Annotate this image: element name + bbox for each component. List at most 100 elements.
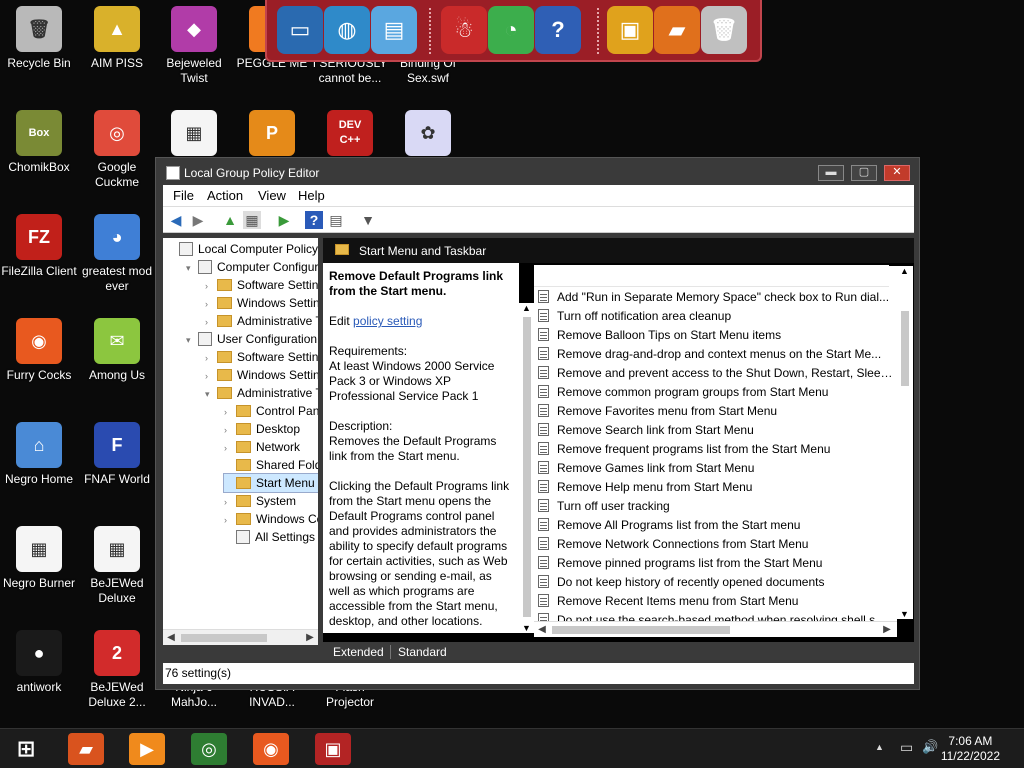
expand-arrow-icon[interactable]: › xyxy=(205,313,217,331)
maximize-button[interactable]: ▢ xyxy=(851,165,877,181)
menu-action[interactable]: Action xyxy=(207,188,243,203)
setting-row[interactable]: Remove and prevent access to the Shut Do… xyxy=(538,364,893,383)
setting-row[interactable]: Remove drag-and-drop and context menus o… xyxy=(538,345,893,364)
desc-vscrollbar[interactable]: ▲ ▼ xyxy=(519,303,535,633)
tree-node[interactable]: › Software Settings xyxy=(205,348,318,366)
taskbar-chrome-app[interactable]: ◎ xyxy=(191,733,227,765)
taskbar-media-player-app[interactable]: ▶ xyxy=(129,733,165,765)
expand-arrow-icon[interactable]: › xyxy=(205,295,217,313)
tree-node[interactable]: Shared Folders xyxy=(224,456,318,474)
desktop-icon[interactable]: ▦ Negro Burner xyxy=(0,526,78,591)
setting-row[interactable]: Do not keep history of recently opened d… xyxy=(538,573,893,592)
setting-row[interactable]: Remove Balloon Tips on Start Menu items xyxy=(538,326,893,345)
desktop-icon[interactable]: ● antiwork xyxy=(0,630,78,695)
menu-view[interactable]: View xyxy=(258,188,286,203)
tree-scroll-thumb[interactable] xyxy=(181,634,267,642)
setting-row[interactable]: Add "Run in Separate Memory Space" check… xyxy=(538,288,893,307)
expand-arrow-icon[interactable]: › xyxy=(224,511,236,529)
expand-arrow-icon[interactable]: › xyxy=(205,367,217,385)
dock-trash-icon[interactable]: 🗑 xyxy=(701,6,747,54)
taskbar-folder-app[interactable]: ▰ xyxy=(68,733,104,765)
expand-arrow-icon[interactable]: › xyxy=(224,421,236,439)
list-scroll-down-icon[interactable]: ▼ xyxy=(900,609,909,619)
dock-christmas-monitor-icon[interactable]: ▭ xyxy=(277,6,323,54)
tree-node[interactable]: All Settings xyxy=(224,528,315,546)
dock-network-icon[interactable]: ◍ xyxy=(324,6,370,54)
desktop-icon[interactable]: ▲ AIM PISS xyxy=(78,6,156,71)
tab-standard[interactable]: Standard xyxy=(393,645,452,659)
tab-extended[interactable]: Extended xyxy=(327,645,391,659)
dock-control-panel-icon[interactable]: ▤ xyxy=(371,6,417,54)
show-hide-tree-icon[interactable]: ▦ xyxy=(243,211,261,229)
list-vscrollbar[interactable]: ▲ ▼ xyxy=(897,266,913,619)
expand-arrow-icon[interactable]: › xyxy=(224,439,236,457)
desktop-icon[interactable]: ✉ Among Us xyxy=(78,318,156,383)
setting-row[interactable]: Remove All Programs list from the Start … xyxy=(538,516,893,535)
minimize-button[interactable]: ▬ xyxy=(818,165,844,181)
tree-scroll-right-icon[interactable]: ▶ xyxy=(302,630,318,645)
menu-help[interactable]: Help xyxy=(298,188,325,203)
desktop-icon[interactable]: FZ FileZilla Client xyxy=(0,214,78,279)
start-button[interactable]: ⊞ xyxy=(8,733,44,765)
tray-overflow-icon[interactable]: ▲ xyxy=(875,742,884,752)
clock[interactable]: 7:06 AM 11/22/2022 xyxy=(941,734,1000,764)
setting-row[interactable]: Turn off notification area cleanup xyxy=(538,307,893,326)
tree-node[interactable]: › Administrative Templates xyxy=(205,312,318,330)
desc-scroll-up-icon[interactable]: ▲ xyxy=(522,303,531,313)
tree-node[interactable]: › Windows Settings xyxy=(205,366,318,384)
tree-node[interactable]: Start Menu and Taskbar xyxy=(222,473,318,493)
desktop-icon[interactable]: ⌂ Negro Home xyxy=(0,422,78,487)
desktop-icon[interactable]: ◆ Bejeweled Twist xyxy=(155,6,233,86)
desktop-icon[interactable]: Box ChomikBox xyxy=(0,110,78,175)
tree-hscrollbar[interactable]: ◀ ▶ xyxy=(163,629,318,645)
settings-header[interactable] xyxy=(534,265,889,287)
desktop-icon[interactable]: ▦ BeJEWed Deluxe xyxy=(78,526,156,606)
setting-row[interactable]: Remove Recent Items menu from Start Menu xyxy=(538,592,893,611)
desktop-icon[interactable]: P xyxy=(233,110,311,160)
expand-arrow-icon[interactable]: › xyxy=(205,277,217,295)
tree-node[interactable]: › Software Settings xyxy=(205,276,318,294)
tree-node[interactable]: ▾ Administrative Templates xyxy=(205,384,318,402)
desktop-icon[interactable]: DEV C++ xyxy=(311,110,389,160)
list-scroll-left-icon[interactable]: ◀ xyxy=(534,622,550,638)
desktop-icon[interactable]: ◉ Furry Cocks xyxy=(0,318,78,383)
forward-icon[interactable]: ▶ xyxy=(189,211,207,229)
dock-snowman-icon[interactable]: ☃ xyxy=(441,6,487,54)
setting-row[interactable]: Remove Search link from Start Menu xyxy=(538,421,893,440)
desktop-icon[interactable]: ✿ xyxy=(389,110,467,160)
setting-row[interactable]: Remove frequent programs list from the S… xyxy=(538,440,893,459)
dock-folder-icon[interactable]: ▰ xyxy=(654,6,700,54)
expand-arrow-icon[interactable]: ▾ xyxy=(186,331,198,349)
list-scroll-right-icon[interactable]: ▶ xyxy=(879,622,895,638)
expand-arrow-icon[interactable]: › xyxy=(224,493,236,511)
back-icon[interactable]: ◀ xyxy=(167,211,185,229)
tree-scroll-left-icon[interactable]: ◀ xyxy=(163,630,179,645)
desktop-icon[interactable]: 2 BeJEWed Deluxe 2... xyxy=(78,630,156,710)
desktop-icon[interactable]: F FNAF World xyxy=(78,422,156,487)
list-hscroll-thumb[interactable] xyxy=(552,626,730,634)
desc-scroll-down-icon[interactable]: ▼ xyxy=(522,623,531,633)
desc-scroll-thumb[interactable] xyxy=(523,317,531,617)
tree-node[interactable]: › Control Panel xyxy=(224,402,318,420)
tree-node[interactable]: ▾ Computer Configuration xyxy=(186,258,318,276)
setting-row[interactable]: Remove common program groups from Start … xyxy=(538,383,893,402)
tree-node[interactable]: ▾ User Configuration xyxy=(186,330,317,348)
desktop-icon[interactable]: ◕ greatest mod ever xyxy=(78,214,156,294)
expand-arrow-icon[interactable]: ▾ xyxy=(205,385,217,403)
setting-row[interactable]: Remove pinned programs list from the Sta… xyxy=(538,554,893,573)
up-folder-icon[interactable]: ▲ xyxy=(221,211,239,229)
expand-arrow-icon[interactable]: › xyxy=(224,403,236,421)
network-icon[interactable]: ▭ xyxy=(900,739,913,756)
setting-row[interactable]: Remove Help menu from Start Menu xyxy=(538,478,893,497)
tree-node[interactable]: › Network xyxy=(224,438,300,456)
dock-help-icon[interactable]: ? xyxy=(535,6,581,54)
menu-file[interactable]: File xyxy=(173,188,194,203)
setting-row[interactable]: Remove Games link from Start Menu xyxy=(538,459,893,478)
list-scroll-thumb[interactable] xyxy=(901,311,909,386)
expand-arrow-icon[interactable]: › xyxy=(205,349,217,367)
setting-row[interactable]: Remove Network Connections from Start Me… xyxy=(538,535,893,554)
volume-icon[interactable]: 🔊 xyxy=(922,739,938,755)
title-bar[interactable]: Local Group Policy Editor ▬ ▢ ✕ xyxy=(156,158,919,188)
setting-row[interactable]: Remove Favorites menu from Start Menu xyxy=(538,402,893,421)
tree-node[interactable]: › Windows Settings xyxy=(205,294,318,312)
